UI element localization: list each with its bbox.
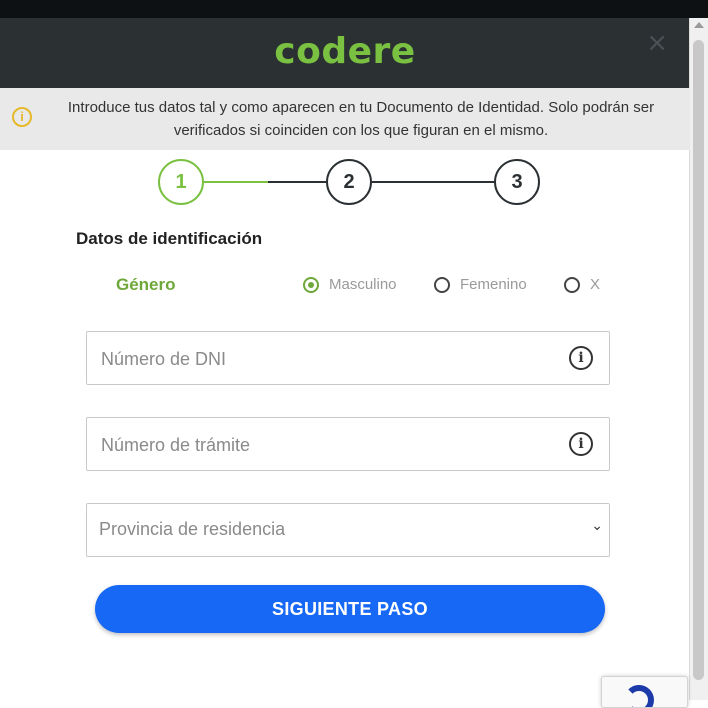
chevron-down-icon: ⌄ bbox=[591, 518, 603, 534]
step-connector bbox=[268, 181, 328, 183]
close-icon[interactable]: × bbox=[646, 30, 668, 56]
province-placeholder: Provincia de residencia bbox=[99, 519, 286, 539]
info-warning-icon: i bbox=[12, 107, 32, 127]
dni-field: i bbox=[86, 331, 610, 386]
gender-option-x[interactable]: X bbox=[564, 276, 600, 293]
radio-checked-icon[interactable] bbox=[303, 276, 319, 293]
step-connector-completed bbox=[204, 181, 268, 183]
radio-unchecked-icon[interactable] bbox=[434, 276, 450, 293]
scroll-up-icon[interactable] bbox=[694, 22, 704, 28]
codere-logo: codere bbox=[274, 30, 416, 72]
step-2: 2 bbox=[326, 159, 372, 205]
window-top-strip bbox=[0, 0, 708, 18]
radio-label: Masculino bbox=[329, 276, 397, 293]
vertical-scrollbar[interactable] bbox=[689, 18, 708, 700]
identity-notice: i Introduce tus datos tal y como aparece… bbox=[0, 88, 690, 150]
radio-label: X bbox=[590, 276, 601, 293]
dni-input[interactable] bbox=[99, 332, 563, 386]
gender-label: Género bbox=[116, 275, 176, 294]
gender-option-femenino[interactable]: Femenino bbox=[434, 276, 527, 293]
notice-text: Introduce tus datos tal y como aparecen … bbox=[67, 99, 655, 139]
tramite-field: i bbox=[86, 417, 610, 472]
recaptcha-badge[interactable] bbox=[601, 676, 688, 708]
step-3: 3 bbox=[494, 159, 540, 205]
section-title: Datos de identificación bbox=[76, 229, 263, 248]
info-icon[interactable]: i bbox=[569, 346, 593, 370]
gender-option-masculino[interactable]: Masculino bbox=[303, 276, 397, 293]
step-connector bbox=[372, 181, 496, 183]
radio-unchecked-icon[interactable] bbox=[564, 276, 580, 293]
recaptcha-icon bbox=[624, 685, 654, 707]
tramite-input[interactable] bbox=[99, 418, 563, 472]
next-step-button[interactable]: SIGUIENTE PASO bbox=[95, 585, 605, 633]
info-icon[interactable]: i bbox=[569, 432, 593, 456]
province-select[interactable]: Provincia de residencia ⌄ bbox=[86, 503, 610, 557]
progress-stepper: 1 2 3 bbox=[158, 159, 542, 205]
step-1: 1 bbox=[158, 159, 204, 205]
header-bar: codere × bbox=[0, 18, 690, 88]
scroll-thumb[interactable] bbox=[693, 40, 704, 680]
radio-label: Femenino bbox=[460, 276, 527, 293]
